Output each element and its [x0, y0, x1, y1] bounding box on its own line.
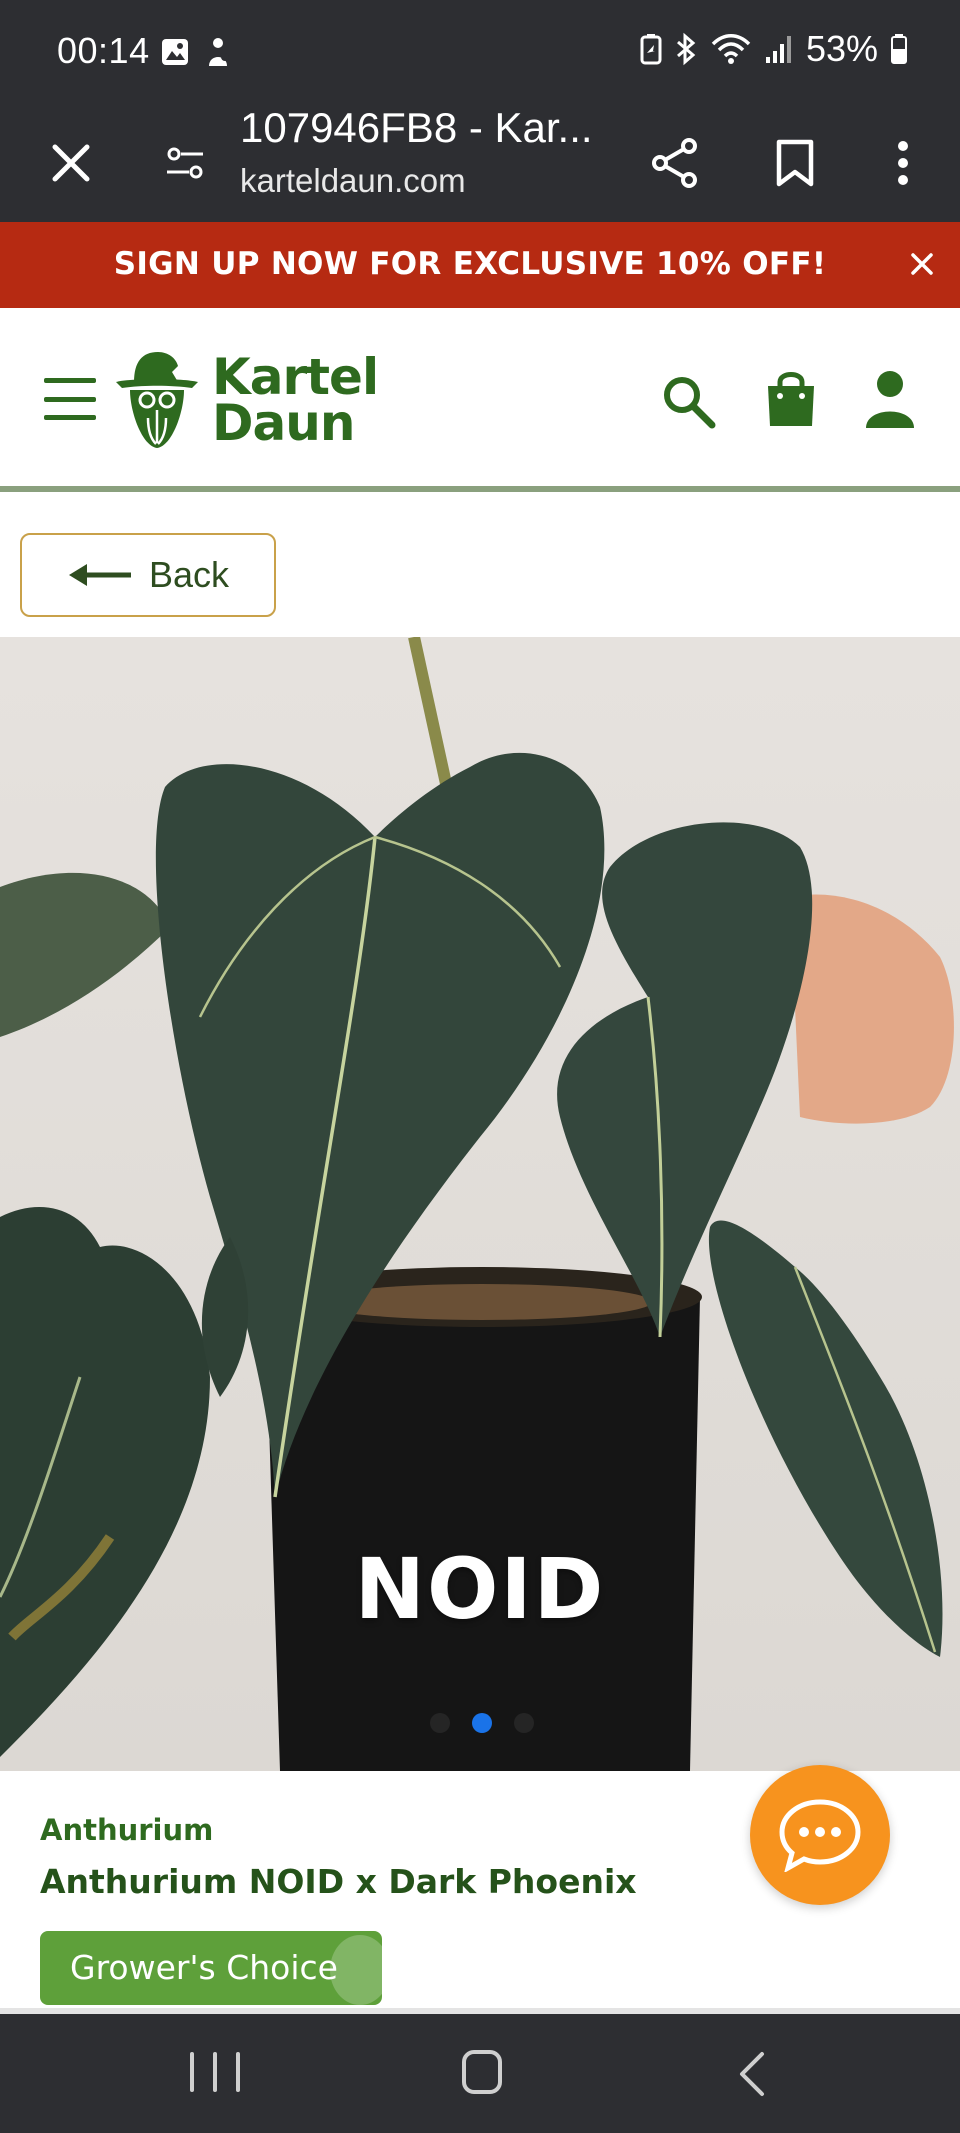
arrow-left-icon	[68, 564, 131, 586]
more-icon	[898, 141, 908, 185]
back-button[interactable]: Back	[20, 533, 276, 617]
status-left-icons	[160, 36, 232, 68]
back-label: Back	[148, 554, 230, 595]
bluetooth-icon	[676, 32, 696, 66]
status-bar: 00:14 53%	[0, 0, 960, 106]
carousel-dot[interactable]	[430, 1713, 450, 1733]
chat-button[interactable]	[750, 1765, 890, 1905]
bookmark-icon	[776, 139, 814, 187]
browser-toolbar: 107946FB8 - Kar... karteldaun.com	[0, 106, 960, 222]
menu-icon-bar	[44, 415, 96, 420]
cart-button[interactable]	[762, 368, 820, 430]
recents-icon-bar	[190, 2052, 194, 2092]
promo-text: SIGN UP NOW FOR EXCLUSIVE 10% OFF!	[113, 246, 827, 282]
nav-back-button[interactable]	[736, 2050, 766, 2098]
carousel-dot-active[interactable]	[472, 1713, 492, 1733]
logo-mascot-icon	[116, 352, 198, 448]
site-header: Kartel Daun	[0, 308, 960, 492]
site-logo[interactable]: Kartel Daun	[112, 348, 379, 452]
logo-line-2: Daun	[212, 394, 355, 452]
menu-button[interactable]	[44, 378, 96, 420]
badge-label: Grower's Choice	[70, 1948, 338, 1987]
gallery-icon	[162, 39, 188, 65]
recents-icon-bar	[213, 2052, 217, 2092]
site-settings-button[interactable]	[150, 128, 220, 198]
logo-wordmark: Kartel Daun	[212, 352, 379, 452]
growers-choice-badge: Grower's Choice	[40, 1931, 382, 2005]
more-menu-button[interactable]	[868, 128, 938, 198]
chat-bubble-icon	[779, 1799, 861, 1872]
product-name: Anthurium NOID x Dark Phoenix	[40, 1862, 637, 1901]
tune-icon	[167, 147, 203, 179]
battery-icon	[891, 34, 907, 64]
share-icon	[652, 138, 697, 188]
close-icon	[911, 253, 933, 275]
share-button[interactable]	[640, 128, 710, 198]
carousel-dot[interactable]	[514, 1713, 534, 1733]
system-nav-bar	[0, 2014, 960, 2133]
product-category[interactable]: Anthurium	[40, 1813, 213, 1847]
menu-icon-bar	[44, 378, 96, 383]
search-icon	[664, 377, 716, 429]
battery-percent: 53%	[805, 28, 878, 69]
status-right-icons: 53%	[640, 28, 908, 70]
close-tab-button[interactable]	[36, 128, 106, 198]
chevron-left-icon	[740, 2052, 764, 2096]
close-icon	[52, 144, 90, 182]
promo-banner[interactable]: SIGN UP NOW FOR EXCLUSIVE 10% OFF!	[0, 222, 960, 308]
user-icon	[866, 371, 914, 428]
notification-icon	[209, 38, 229, 66]
shopping-bag-icon	[768, 372, 814, 426]
image-caption: NOID	[354, 1540, 606, 1638]
account-button[interactable]	[862, 368, 918, 430]
search-button[interactable]	[660, 373, 718, 431]
promo-close-button[interactable]	[902, 244, 942, 284]
page-title[interactable]: 107946FB8 - Kar...	[240, 106, 620, 150]
badge-decoration	[330, 1935, 382, 2005]
wifi-icon	[711, 34, 751, 64]
recents-button[interactable]	[190, 2052, 240, 2096]
battery-saver-icon	[640, 34, 662, 65]
carousel-indicators[interactable]	[430, 1713, 534, 1733]
bookmark-button[interactable]	[760, 128, 830, 198]
home-button[interactable]	[462, 2050, 502, 2094]
recents-icon-bar	[236, 2052, 240, 2092]
signal-icon	[765, 36, 791, 63]
menu-icon-bar	[44, 396, 96, 402]
url-text[interactable]: karteldaun.com	[240, 162, 466, 200]
status-time: 00:14	[57, 30, 150, 71]
